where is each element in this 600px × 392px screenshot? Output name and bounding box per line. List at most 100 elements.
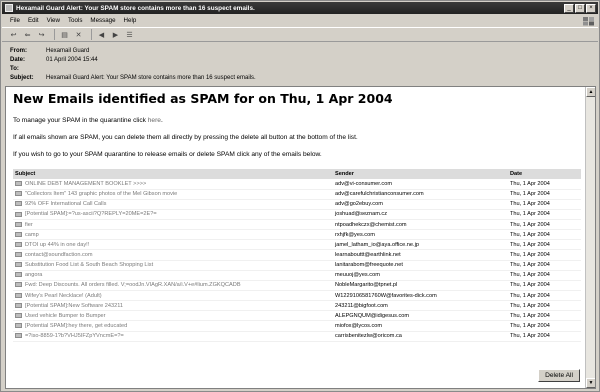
table-row[interactable]: DTOI up 44% in one day!! jamel_latham_io@… — [13, 239, 581, 251]
previous-icon[interactable]: ◀ — [96, 29, 107, 40]
window-title: Hexamail Guard Alert: Your SPAM store co… — [16, 4, 255, 12]
envelope-icon — [15, 312, 22, 318]
envelope-icon — [15, 221, 22, 227]
date-label: Date: — [10, 56, 26, 63]
table-row[interactable]: [Potential SPAM]:New Software 243211 2432… — [13, 300, 581, 312]
menu-tools[interactable]: Tools — [68, 17, 82, 24]
row-subject[interactable]: ONLINE DEBT MANAGEMENT BOOKLET >>>> — [13, 179, 333, 190]
row-subject[interactable]: [Potential SPAM]:hey there, get educated — [13, 320, 333, 332]
menu-help[interactable]: Help — [124, 17, 137, 24]
subject-header: Subject — [13, 169, 333, 179]
row-subject[interactable]: Wifey's Pearl Necklace! (Adult) — [13, 290, 333, 302]
row-subject[interactable]: fier — [13, 219, 333, 231]
envelope-icon — [15, 292, 22, 298]
date-value: 01 April 2004 15:44 — [46, 56, 98, 63]
row-subject[interactable]: [Potential SPAM]:New Software 243211 — [13, 300, 333, 312]
table-row[interactable]: [Potential SPAM]:hey there, get educated… — [13, 320, 581, 332]
message-body: New Emails identified as SPAM for on Thu… — [5, 86, 596, 389]
minimize-button[interactable]: _ — [564, 3, 574, 13]
row-subject[interactable]: camp — [13, 229, 333, 241]
envelope-icon — [15, 252, 22, 258]
table-row[interactable]: angora meuuoj@yes.com Thu, 1 Apr 2004 — [13, 270, 581, 281]
row-date: Thu, 1 Apr 2004 — [508, 270, 581, 281]
menu-view[interactable]: View — [47, 17, 60, 24]
envelope-icon — [15, 241, 22, 247]
to-row: To: — [10, 64, 598, 73]
row-date: Thu, 1 Apr 2004 — [508, 310, 581, 322]
row-subject[interactable]: Used vehicle Bumper to Bumper — [13, 310, 333, 322]
forward-icon[interactable]: ↪ — [36, 29, 47, 40]
row-subject[interactable]: DTOI up 44% in one day!! — [13, 239, 333, 251]
row-subject[interactable]: 92% OFF International Call Calls — [13, 199, 333, 210]
scroll-down-arrow-icon[interactable]: ▼ — [586, 378, 595, 388]
table-row[interactable]: "Collectors Item" 143 graphic photos of … — [13, 189, 581, 200]
to-label: To: — [10, 65, 19, 72]
row-sender: ntpoadhekczx@chemist.com — [333, 219, 508, 231]
table-row[interactable]: ONLINE DEBT MANAGEMENT BOOKLET >>>> adv@v… — [13, 179, 581, 190]
subject-row: Subject: Hexamail Guard Alert: Your SPAM… — [10, 73, 598, 82]
reply-all-icon[interactable]: ⇐ — [22, 29, 33, 40]
menu-message[interactable]: Message — [90, 17, 115, 24]
menu-file[interactable]: File — [10, 17, 20, 24]
address-book-icon[interactable]: ☰ — [124, 29, 135, 40]
reply-icon[interactable]: ↩ — [8, 29, 19, 40]
envelope-icon — [15, 282, 22, 288]
row-date: Thu, 1 Apr 2004 — [508, 249, 581, 261]
row-subject[interactable]: angora — [13, 270, 333, 281]
table-row[interactable]: Used vehicle Bumper to Bumper ALEPGNQUM@i… — [13, 310, 581, 322]
maximize-button[interactable]: □ — [575, 3, 585, 13]
date-header: Date — [508, 169, 581, 179]
envelope-icon — [15, 191, 22, 197]
table-row[interactable]: =?iso-8859-1?b?VHJ5IFZpYVncmE=?= carrisbe… — [13, 331, 581, 342]
row-sender: lanitarabom@freequote.net — [333, 260, 508, 271]
row-subject[interactable]: =?iso-8859-1?b?VHJ5IFZpYVncmE=?= — [13, 331, 333, 342]
table-row[interactable]: Wifey's Pearl Necklace! (Adult) W12291065… — [13, 290, 581, 302]
delete-icon[interactable]: ✕ — [73, 29, 84, 40]
envelope-icon — [15, 302, 22, 308]
windows-flag-icon — [583, 16, 594, 25]
delete-all-button[interactable]: Delete All — [538, 369, 580, 382]
menu-bar: File Edit View Tools Message Help — [2, 15, 598, 26]
quarantine-link[interactable]: here — [148, 117, 161, 124]
table-row[interactable]: fier ntpoadhekczx@chemist.com Thu, 1 Apr 2… — [13, 219, 581, 231]
table-row[interactable]: [Potential SPAM]:=?us-ascii?Q?REPLY=20ME… — [13, 209, 581, 221]
toolbar-separator — [91, 29, 92, 40]
print-icon[interactable]: ▤ — [59, 29, 70, 40]
row-subject[interactable]: Fwd: Deep Discounts. All orders filled. … — [13, 280, 333, 292]
mail-app-icon — [5, 4, 13, 12]
from-value: Hexamail Guard — [46, 47, 90, 54]
row-subject[interactable]: Substitution Food List & South Beach Sho… — [13, 260, 333, 271]
next-icon[interactable]: ▶ — [110, 29, 121, 40]
row-sender: adv@vi-consumer.com — [333, 179, 508, 190]
table-header-row: Subject Sender Date — [13, 169, 581, 179]
row-subject[interactable]: contact@soundfaction.com — [13, 249, 333, 261]
subject-value: Hexamail Guard Alert: Your SPAM store co… — [46, 74, 256, 81]
menu-edit[interactable]: Edit — [28, 17, 39, 24]
row-sender: adv@carefulchristianconsumer.com — [333, 189, 508, 200]
envelope-icon — [15, 231, 22, 237]
table-row[interactable]: camp rxhjfk@yes.com Thu, 1 Apr 2004 — [13, 229, 581, 241]
table-row[interactable]: 92% OFF International Call Calls adv@go2e… — [13, 199, 581, 210]
row-sender: joshuad@seznam.cz — [333, 209, 508, 221]
table-row[interactable]: Substitution Food List & South Beach Sho… — [13, 260, 581, 271]
table-row[interactable]: Fwd: Deep Discounts. All orders filled. … — [13, 280, 581, 292]
message-content: New Emails identified as SPAM for on Thu… — [13, 91, 581, 168]
scroll-up-arrow-icon[interactable]: ▲ — [586, 87, 595, 97]
vertical-scrollbar[interactable]: ▲ ▼ — [585, 87, 595, 388]
row-date: Thu, 1 Apr 2004 — [508, 290, 581, 302]
envelope-icon — [15, 180, 22, 186]
title-bar[interactable]: Hexamail Guard Alert: Your SPAM store co… — [2, 2, 598, 14]
row-date: Thu, 1 Apr 2004 — [508, 260, 581, 271]
from-label: From: — [10, 47, 27, 54]
close-button[interactable]: × — [586, 3, 596, 13]
row-sender: W1229106581760W@favorites-dick.com — [333, 290, 508, 302]
spam-heading: New Emails identified as SPAM for on Thu… — [13, 91, 393, 106]
row-date: Thu, 1 Apr 2004 — [508, 209, 581, 221]
row-date: Thu, 1 Apr 2004 — [508, 300, 581, 312]
row-subject[interactable]: "Collectors Item" 143 graphic photos of … — [13, 189, 333, 200]
row-sender: learnabouttt@earthlink.net — [333, 249, 508, 261]
row-subject[interactable]: [Potential SPAM]:=?us-ascii?Q?REPLY=20ME… — [13, 209, 333, 221]
spam-table: Subject Sender Date ONLINE DEBT MANAGEME… — [13, 169, 581, 342]
table-row[interactable]: contact@soundfaction.com learnabouttt@ear… — [13, 249, 581, 261]
manage-text: To manage your SPAM in the quarantine cl… — [13, 117, 163, 124]
